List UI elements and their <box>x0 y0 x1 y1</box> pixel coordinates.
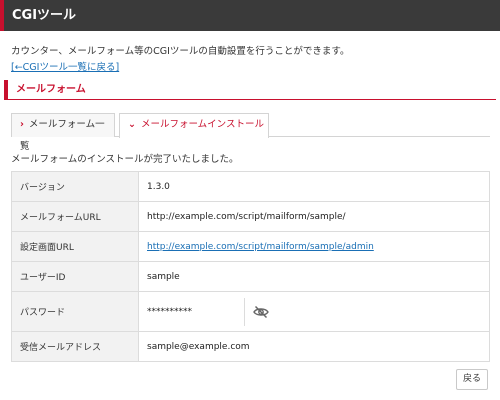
mail-value: sample@example.com <box>138 331 490 362</box>
password-label: パスワード <box>11 291 139 332</box>
tab-bar: › メールフォーム一覧 ⌄ メールフォームインストール <box>11 113 490 152</box>
install-info-table: バージョン 1.3.0 メールフォームURL http://example.co… <box>11 171 490 362</box>
admin-url-link[interactable]: http://example.com/script/mailform/sampl… <box>147 242 374 252</box>
tab-mailform-list[interactable]: › メールフォーム一覧 <box>11 113 115 152</box>
table-row: バージョン 1.3.0 <box>11 171 490 202</box>
form-url-value: http://example.com/script/mailform/sampl… <box>138 201 490 232</box>
back-button[interactable]: 戻る <box>456 369 488 390</box>
version-label: バージョン <box>11 171 139 202</box>
user-id-value: sample <box>138 261 490 292</box>
mail-label: 受信メールアドレス <box>11 331 139 362</box>
password-value: ********** <box>147 306 192 317</box>
tab-label: メールフォームインストール <box>140 119 264 130</box>
tab-mailform-install[interactable]: ⌄ メールフォームインストール <box>119 113 269 138</box>
password-wrap: ********** <box>147 292 481 331</box>
table-row: 受信メールアドレス sample@example.com <box>11 331 490 362</box>
divider <box>244 297 245 326</box>
chevron-down-icon: ⌄ <box>128 119 136 130</box>
back-to-cgi-list-link[interactable]: [←CGIツール一覧に戻る] <box>11 62 119 73</box>
intro-description: カウンター、メールフォーム等のCGIツールの自動設置を行うことができます。 <box>11 46 350 57</box>
back-to-list-link-wrapper: [←CGIツール一覧に戻る] <box>11 59 119 73</box>
admin-url-label: 設定画面URL <box>11 231 139 262</box>
tab-label: メールフォーム一覧 <box>20 119 105 152</box>
version-value: 1.3.0 <box>138 171 490 202</box>
admin-url-cell: http://example.com/script/mailform/sampl… <box>138 231 490 262</box>
user-id-label: ユーザーID <box>11 261 139 292</box>
page-header: CGIツール <box>0 0 500 31</box>
chevron-right-icon: › <box>20 119 24 130</box>
table-row: ユーザーID sample <box>11 261 490 292</box>
form-url-label: メールフォームURL <box>11 201 139 232</box>
install-complete-message: メールフォームのインストールが完了いたしました。 <box>11 154 239 165</box>
password-cell: ********** <box>138 291 490 332</box>
eye-slash-icon[interactable] <box>253 305 269 319</box>
table-row: メールフォームURL http://example.com/script/mai… <box>11 201 490 232</box>
table-row: 設定画面URL http://example.com/script/mailfo… <box>11 231 490 262</box>
table-row: パスワード ********** <box>11 291 490 332</box>
page-title: CGIツール <box>12 8 77 23</box>
section-title: メールフォーム <box>4 80 496 100</box>
